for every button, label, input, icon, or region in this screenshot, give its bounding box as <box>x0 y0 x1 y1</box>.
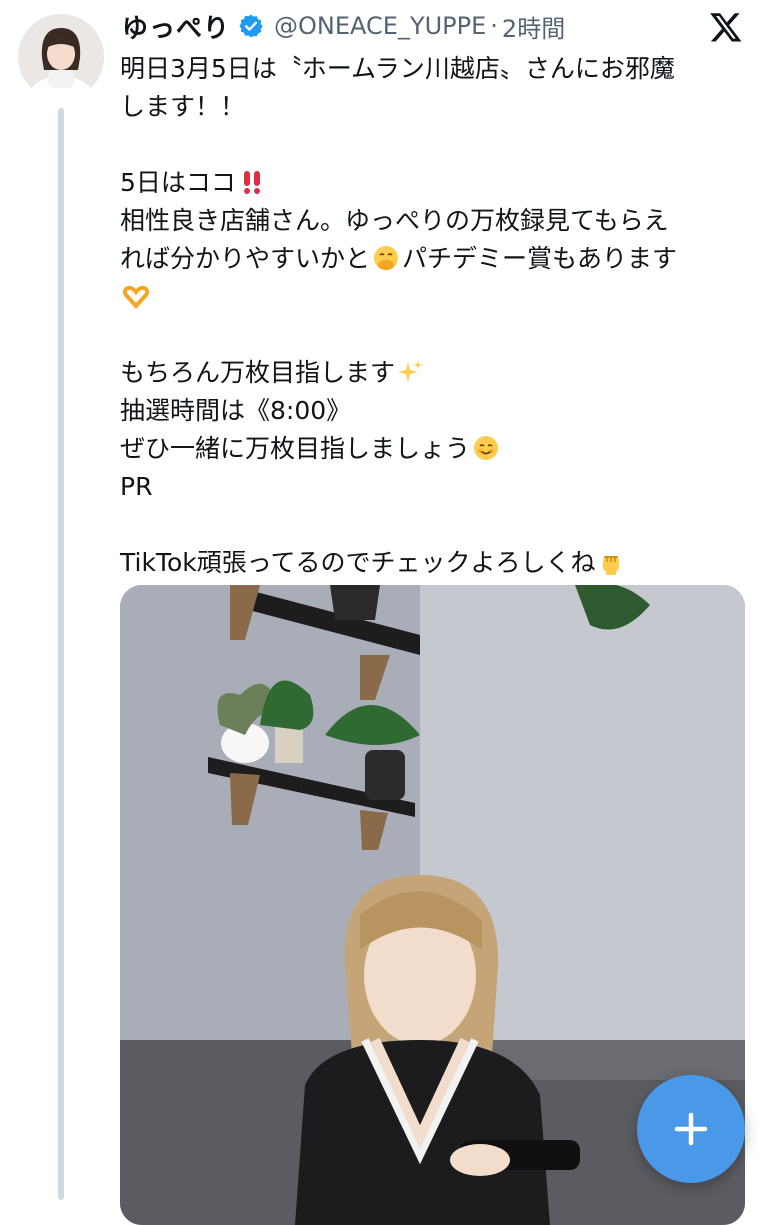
tweet-line-9-text: もちろん万枚目指します <box>120 358 396 387</box>
tweet-line-14: TikTok頑張ってるのでチェックよろしくね <box>120 544 740 582</box>
heart-hands-icon <box>122 282 150 310</box>
avatar-image <box>18 14 104 100</box>
avatar[interactable] <box>18 14 104 100</box>
tweet-line-2: します！！ <box>120 92 246 121</box>
tweet-header: ゆっぺり @ONEACE_YUPPE · 2時間 <box>122 8 703 44</box>
compose-button[interactable] <box>637 1075 745 1183</box>
verified-badge-icon <box>238 13 264 39</box>
tweet-line-1: 明日3月5日は〝ホームラン川越店〟さんにお邪魔 <box>120 54 675 83</box>
x-logo-icon <box>709 10 743 44</box>
tweet-line-12: PR <box>120 472 153 501</box>
tweet-line-11-text: ぜひ一緒に万枚目指しましょう <box>120 434 471 463</box>
face-hand-over-mouth-icon <box>372 244 400 272</box>
tweet-line-4: 5日はココ <box>120 164 740 202</box>
raised-fist-icon <box>597 548 625 576</box>
double-exclamation-icon <box>238 168 266 196</box>
author-handle[interactable]: @ONEACE_YUPPE <box>274 12 486 40</box>
tweet-time[interactable]: 2時間 <box>502 9 565 44</box>
tweet-line-4-text: 5日はココ <box>120 168 236 197</box>
tweet-line-6-text: れば分かりやすいかと <box>120 244 371 273</box>
tweet-line-7 <box>120 278 740 316</box>
thread-line <box>58 108 64 1200</box>
tweet-line-5: 相性良き店舗さん。ゆっぺりの万枚録見てもらえ <box>120 206 669 235</box>
plus-icon <box>674 1112 708 1146</box>
separator-dot: · <box>490 12 498 40</box>
tweet-line-14-text: TikTok頑張ってるのでチェックよろしくね <box>120 548 596 577</box>
sparkles-icon <box>397 358 425 386</box>
tweet-line-11: ぜひ一緒に万枚目指しましょう <box>120 430 740 468</box>
tweet-text: 明日3月5日は〝ホームラン川越店〟さんにお邪魔 します！！ 5日はココ 相性良き… <box>120 50 740 582</box>
tweet-line-6: れば分かりやすいかと パチデミー賞もあります <box>120 240 740 278</box>
smiling-face-icon <box>472 434 500 462</box>
author-name[interactable]: ゆっぺり <box>122 8 230 45</box>
tweet-line-6-suffix: パチデミー賞もあります <box>402 244 678 273</box>
tweet-line-10: 抽選時間は《8:00》 <box>120 396 352 425</box>
tweet-line-9: もちろん万枚目指します <box>120 354 740 392</box>
